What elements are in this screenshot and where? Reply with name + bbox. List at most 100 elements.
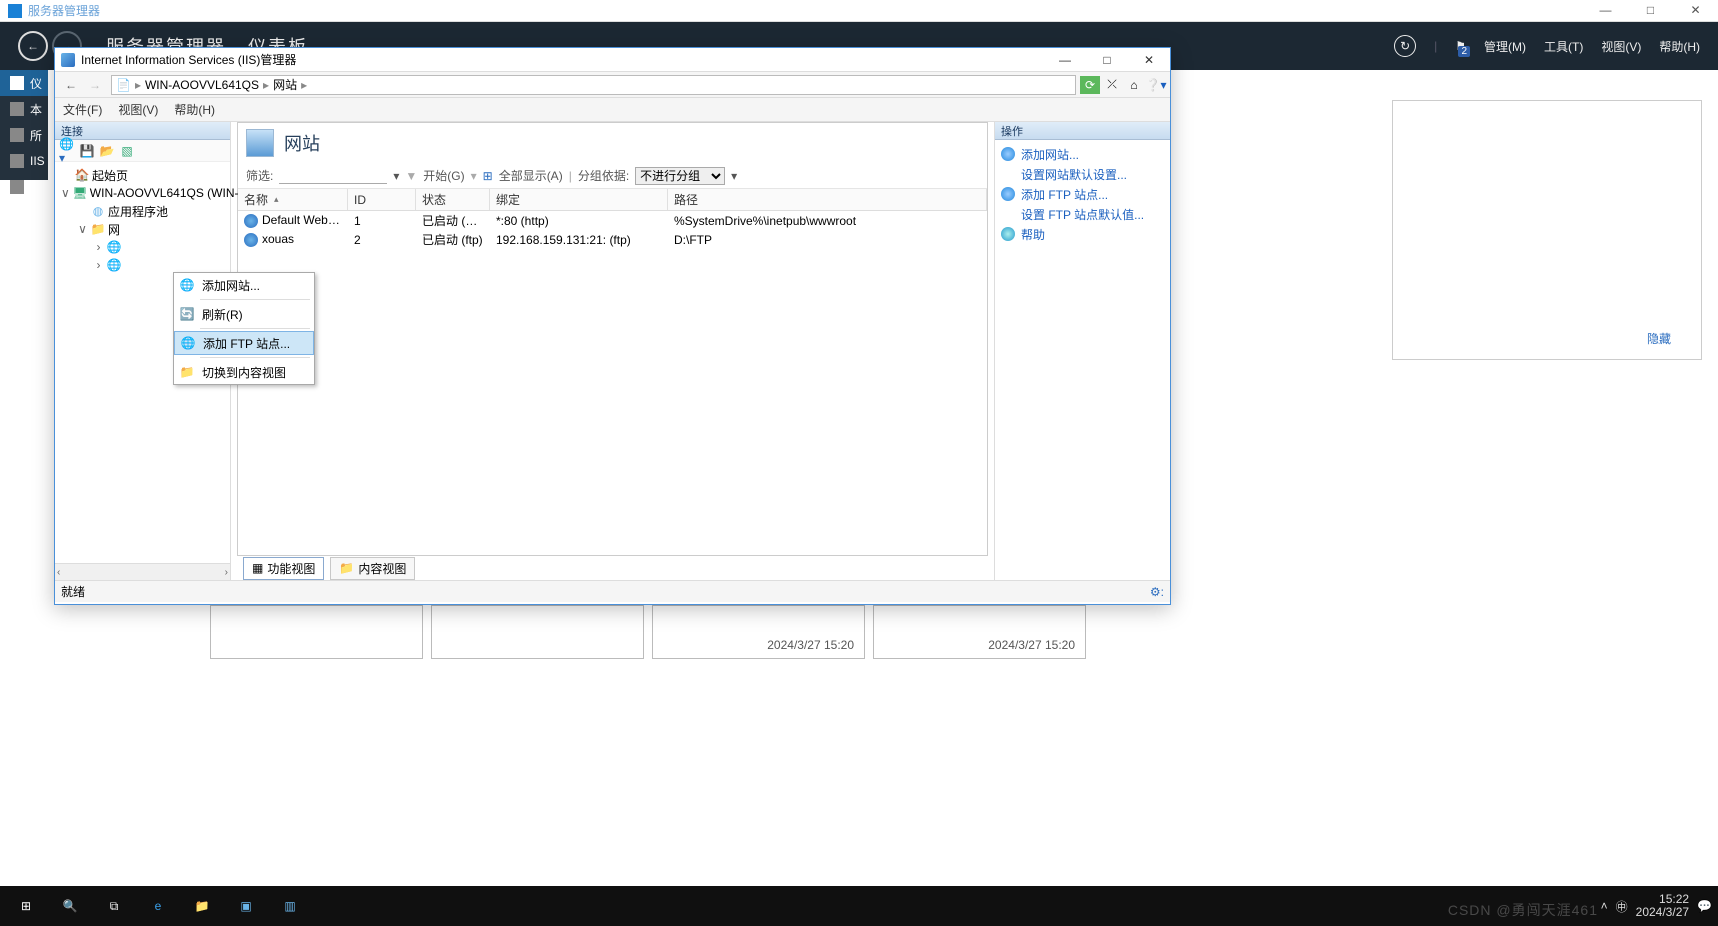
up-icon[interactable]: ▧	[119, 143, 135, 159]
tree-hscroll[interactable]: ‹›	[55, 563, 230, 580]
explorer-icon[interactable]: 📁	[180, 886, 224, 926]
iis-maximize-button[interactable]: □	[1086, 48, 1128, 72]
nav-file[interactable]: 文	[0, 174, 48, 200]
action-add-ftp[interactable]: 添加 FTP 站点...	[1001, 184, 1164, 204]
ctx-add-ftp[interactable]: 🌐添加 FTP 站点...	[174, 331, 314, 355]
nav-all[interactable]: 所	[0, 122, 48, 148]
go-button[interactable]: 开始(G)	[423, 167, 464, 184]
bc-root-icon[interactable]: 📄	[116, 78, 131, 92]
col-binding[interactable]: 绑定	[490, 189, 668, 210]
col-path[interactable]: 路径	[668, 189, 987, 210]
ctx-refresh[interactable]: 🔄刷新(R)	[174, 302, 314, 326]
show-all-icon[interactable]: ⊞	[483, 169, 493, 183]
tree-start-page[interactable]: 🏠起始页	[57, 166, 228, 184]
tree-sites[interactable]: ∨📁网	[57, 220, 228, 238]
ime-icon[interactable]: ㊥	[1616, 898, 1628, 915]
menu-help[interactable]: 帮助(H)	[1659, 38, 1700, 55]
hide-link[interactable]: 隐藏	[1647, 330, 1671, 347]
table-row[interactable]: xouas 2 已启动 (ftp) 192.168.159.131:21: (f…	[238, 230, 987, 249]
save-icon[interactable]: 💾	[79, 143, 95, 159]
menu-view[interactable]: 视图(V)	[1601, 38, 1641, 55]
menu-manage[interactable]: 管理(M)	[1484, 38, 1526, 55]
tile-3[interactable]: 2024/3/27 15:20	[652, 605, 865, 659]
iis-manager-window: Internet Information Services (IIS)管理器 —…	[54, 47, 1171, 605]
expand-icon[interactable]: ›	[93, 258, 104, 272]
bc-node[interactable]: 网站	[273, 76, 297, 93]
menu-help[interactable]: 帮助(H)	[174, 101, 215, 118]
tile-4[interactable]: 2024/3/27 15:20	[873, 605, 1086, 659]
col-state[interactable]: 状态	[416, 189, 490, 210]
iis-titlebar[interactable]: Internet Information Services (IIS)管理器 —…	[55, 48, 1170, 72]
sm-back-button[interactable]: ←	[18, 31, 48, 61]
iis-forward-button[interactable]: →	[83, 75, 107, 95]
menu-tools[interactable]: 工具(T)	[1544, 38, 1583, 55]
ctx-switch-view[interactable]: 📁切换到内容视图	[174, 360, 314, 384]
status-config-icon[interactable]: ⚙:	[1150, 585, 1164, 599]
menu-view[interactable]: 视图(V)	[118, 101, 158, 118]
refresh-all-icon[interactable]: ⟳	[1080, 76, 1100, 94]
iis-statusbar: 就绪 ⚙:	[55, 580, 1170, 602]
sm-titlebar: 服务器管理器 — □ ✕	[0, 0, 1718, 22]
filter-input[interactable]	[279, 168, 387, 184]
separator	[200, 328, 310, 329]
folder-icon[interactable]: 📂	[99, 143, 115, 159]
site-icon: 🌐	[107, 240, 121, 254]
home-icon[interactable]: ⌂	[1124, 76, 1144, 94]
dropdown-icon[interactable]: ▾	[731, 169, 737, 183]
iis-breadcrumb[interactable]: 📄 ▸ WIN-AOOVVL641QS ▸ 网站 ▸	[111, 75, 1076, 95]
stop-icon[interactable]: ⤫	[1102, 76, 1122, 94]
task-view-button[interactable]: ⧉	[92, 886, 136, 926]
action-site-defaults[interactable]: 设置网站默认设置...	[1001, 164, 1164, 184]
refresh-icon[interactable]: ↻	[1394, 35, 1416, 57]
expand-icon[interactable]: ›	[93, 240, 104, 254]
tray: ˄ ㊥ 15:22 2024/3/27 💬	[1601, 886, 1712, 926]
menu-file[interactable]: 文件(F)	[63, 101, 102, 118]
ctx-add-site[interactable]: 🌐添加网站...	[174, 273, 314, 297]
col-name[interactable]: 名称▴	[238, 189, 348, 210]
iis-taskbar-icon[interactable]: ▥	[268, 886, 312, 926]
expand-icon[interactable]: ∨	[77, 222, 88, 236]
nav-iis[interactable]: IIS	[0, 148, 48, 174]
tree-server[interactable]: ∨🖥WIN-AOOVVL641QS (WIN-	[57, 184, 228, 202]
connect-icon[interactable]: 🌐▾	[59, 143, 75, 159]
action-ftp-defaults[interactable]: 设置 FTP 站点默认值...	[1001, 204, 1164, 224]
sm-close-button[interactable]: ✕	[1673, 0, 1718, 20]
scroll-left-icon[interactable]: ‹	[57, 567, 60, 578]
tray-chevron-icon[interactable]: ˄	[1601, 899, 1608, 913]
tab-content[interactable]: 📁内容视图	[330, 557, 415, 580]
show-all-button[interactable]: 全部显示(A)	[499, 167, 563, 184]
nav-dashboard[interactable]: 仪	[0, 70, 48, 96]
sm-maximize-button[interactable]: □	[1628, 0, 1673, 20]
sm-minimize-button[interactable]: —	[1583, 0, 1628, 20]
tree-apppools[interactable]: ◍应用程序池	[57, 202, 228, 220]
iis-close-button[interactable]: ✕	[1128, 48, 1170, 72]
dropdown-icon[interactable]: ▾	[393, 169, 399, 183]
help-dropdown-icon[interactable]: ❔▾	[1146, 76, 1166, 94]
notifications-icon[interactable]: 💬	[1697, 899, 1712, 913]
expand-icon[interactable]: ∨	[61, 186, 70, 200]
server-manager-icon[interactable]: ▣	[224, 886, 268, 926]
separator	[200, 357, 310, 358]
tab-features[interactable]: ▦功能视图	[243, 557, 324, 580]
ie-icon[interactable]: e	[136, 886, 180, 926]
action-add-site[interactable]: 添加网站...	[1001, 144, 1164, 164]
col-id[interactable]: ID	[348, 189, 416, 210]
notifications-flag-icon[interactable]: ⚑2	[1455, 39, 1466, 53]
search-button[interactable]: 🔍	[48, 886, 92, 926]
iis-minimize-button[interactable]: —	[1044, 48, 1086, 72]
start-button[interactable]: ⊞	[4, 886, 48, 926]
group-by-select[interactable]: 不进行分组	[635, 167, 725, 185]
bc-server[interactable]: WIN-AOOVVL641QS	[145, 78, 259, 92]
iis-addressbar: ← → 📄 ▸ WIN-AOOVVL641QS ▸ 网站 ▸ ⟳ ⤫ ⌂ ❔▾	[55, 72, 1170, 98]
clock[interactable]: 15:22 2024/3/27	[1636, 893, 1689, 919]
table-row[interactable]: Default Web S... 1 已启动 (ht... *:80 (http…	[238, 211, 987, 230]
start-page-icon: 🏠	[75, 168, 89, 182]
tree-site-1[interactable]: ›🌐	[57, 238, 228, 256]
sort-asc-icon: ▴	[274, 194, 279, 205]
tile-2[interactable]	[431, 605, 644, 659]
scroll-right-icon[interactable]: ›	[225, 567, 228, 578]
iis-back-button[interactable]: ←	[59, 75, 83, 95]
action-help[interactable]: 帮助	[1001, 224, 1164, 244]
tile-1[interactable]	[210, 605, 423, 659]
nav-local[interactable]: 本	[0, 96, 48, 122]
